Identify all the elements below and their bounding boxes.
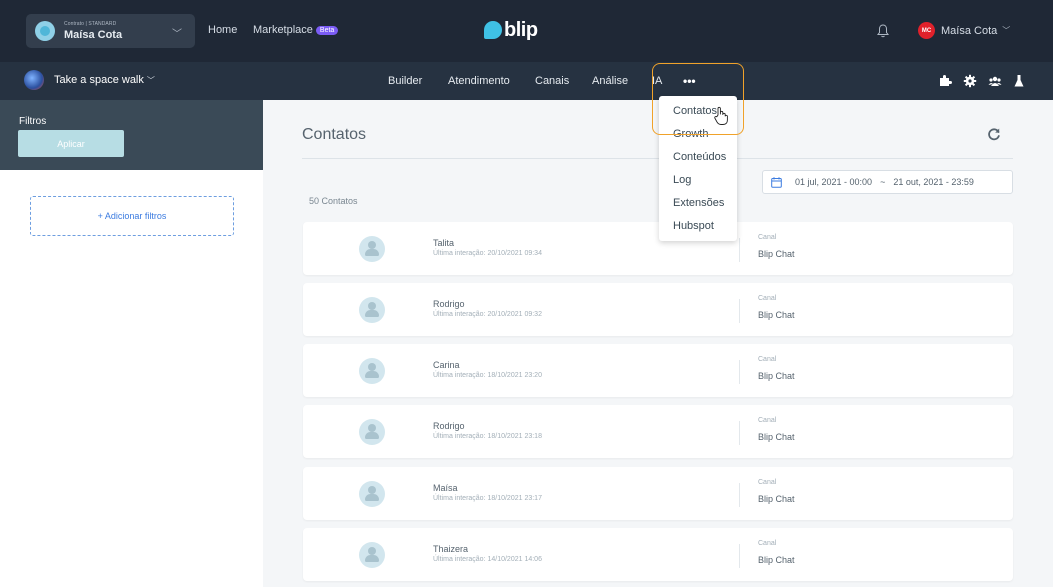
title-divider xyxy=(302,158,1013,159)
contact-row[interactable]: Talita Última interação: 20/10/2021 09:3… xyxy=(303,222,1013,275)
tab-atendimento[interactable]: Atendimento xyxy=(448,75,510,87)
contact-name: Talita xyxy=(433,238,455,248)
channel-label: Canal xyxy=(758,479,777,486)
contacts-count: 50 Contatos xyxy=(309,196,358,206)
tab-canais[interactable]: Canais xyxy=(535,75,569,87)
tab-builder[interactable]: Builder xyxy=(388,75,422,87)
contact-last-interaction: Última interação: 14/10/2021 14:06 xyxy=(433,556,542,563)
contract-icon xyxy=(35,21,55,41)
contract-name: Maísa Cota xyxy=(64,29,123,41)
blip-logo[interactable]: blip xyxy=(484,19,538,41)
channel-label: Canal xyxy=(758,356,777,363)
contact-avatar-icon xyxy=(359,419,385,445)
puzzle-icon[interactable] xyxy=(938,74,952,88)
contact-avatar-icon xyxy=(359,297,385,323)
channel-label: Canal xyxy=(758,417,777,424)
row-divider xyxy=(739,299,740,323)
add-filters-button[interactable]: + Adicionar filtros xyxy=(30,196,234,236)
contact-last-interaction: Última interação: 18/10/2021 23:18 xyxy=(433,433,542,440)
user-name: Maísa Cota xyxy=(941,24,998,37)
contact-avatar-icon xyxy=(359,358,385,384)
team-icon[interactable] xyxy=(988,74,1002,88)
contact-avatar-icon xyxy=(359,236,385,262)
channel-label: Canal xyxy=(758,234,777,241)
contact-row[interactable]: Rodrigo Última interação: 20/10/2021 09:… xyxy=(303,283,1013,336)
row-divider xyxy=(739,421,740,445)
date-range-picker[interactable]: 01 jul, 2021 - 00:00 ~ 21 out, 2021 - 23… xyxy=(762,170,1013,194)
row-divider xyxy=(739,544,740,568)
chevron-down-icon: ﹀ xyxy=(1002,26,1011,35)
nav-marketplace-label: Marketplace xyxy=(253,24,313,36)
highlight-outline xyxy=(652,63,744,135)
hand-cursor-icon xyxy=(714,106,728,125)
channel-label: Canal xyxy=(758,540,777,547)
row-divider xyxy=(739,483,740,507)
contact-last-interaction: Última interação: 20/10/2021 09:32 xyxy=(433,311,542,318)
channel-value: Blip Chat xyxy=(758,371,795,381)
apply-button[interactable]: Aplicar xyxy=(18,130,124,157)
channel-value: Blip Chat xyxy=(758,432,795,442)
contact-name: Rodrigo xyxy=(433,421,465,431)
bot-selector[interactable]: Take a space walk ﹀ xyxy=(24,70,155,90)
chevron-down-icon: ﹀ xyxy=(172,29,182,40)
row-divider xyxy=(739,238,740,262)
contact-name: Carina xyxy=(433,360,460,370)
filters-title: Filtros xyxy=(19,116,47,127)
contact-name: Maísa xyxy=(433,483,458,493)
contact-row[interactable]: Carina Última interação: 18/10/2021 23:2… xyxy=(303,344,1013,397)
menu-item-extensoes[interactable]: Extensões xyxy=(673,197,724,209)
bell-icon[interactable] xyxy=(877,24,889,38)
top-bar: Contrato | STANDARD Maísa Cota ﹀ Home Ma… xyxy=(0,0,1053,62)
nav-marketplace[interactable]: Marketplace Beta xyxy=(253,24,339,36)
contract-selector[interactable]: Contrato | STANDARD Maísa Cota ﹀ xyxy=(26,14,195,48)
menu-item-log[interactable]: Log xyxy=(673,174,691,186)
date-separator: ~ xyxy=(880,177,886,187)
user-menu[interactable]: MC Maísa Cota ﹀ xyxy=(918,22,1010,39)
channel-label: Canal xyxy=(758,295,777,302)
filters-sidebar: Filtros Aplicar + Adicionar filtros xyxy=(0,100,263,587)
calendar-icon xyxy=(771,176,782,188)
beta-badge: Beta xyxy=(315,26,339,35)
gear-icon[interactable] xyxy=(963,74,977,88)
bot-name: Take a space walk xyxy=(54,74,144,86)
contact-name: Thaizera xyxy=(433,544,469,554)
date-from: 01 jul, 2021 - 00:00 xyxy=(795,177,873,187)
contact-last-interaction: Última interação: 18/10/2021 23:17 xyxy=(433,495,542,502)
bot-bar: Take a space walk ﹀ Builder Atendimento … xyxy=(0,62,1053,100)
filters-header: Filtros Aplicar xyxy=(0,100,263,170)
blip-logo-icon xyxy=(484,21,502,39)
channel-value: Blip Chat xyxy=(758,555,795,565)
contact-last-interaction: Última interação: 20/10/2021 09:34 xyxy=(433,250,542,257)
avatar: MC xyxy=(918,22,935,39)
menu-item-hubspot[interactable]: Hubspot xyxy=(673,220,714,232)
contact-row[interactable]: Maísa Última interação: 18/10/2021 23:17… xyxy=(303,467,1013,520)
contact-last-interaction: Última interação: 18/10/2021 23:20 xyxy=(433,372,542,379)
channel-value: Blip Chat xyxy=(758,494,795,504)
blip-logo-text: blip xyxy=(504,18,538,41)
contract-type: Contrato | STANDARD xyxy=(64,21,117,27)
nav-home[interactable]: Home xyxy=(208,24,237,36)
channel-value: Blip Chat xyxy=(758,249,795,259)
contact-row[interactable]: Thaizera Última interação: 14/10/2021 14… xyxy=(303,528,1013,581)
contact-name: Rodrigo xyxy=(433,299,465,309)
flask-icon[interactable] xyxy=(1012,74,1026,88)
contact-avatar-icon xyxy=(359,542,385,568)
tab-analise[interactable]: Análise xyxy=(592,75,628,87)
page-title: Contatos xyxy=(302,126,367,143)
channel-value: Blip Chat xyxy=(758,310,795,320)
contact-avatar-icon xyxy=(359,481,385,507)
menu-item-conteudos[interactable]: Conteúdos xyxy=(673,151,726,163)
refresh-icon[interactable] xyxy=(986,126,1002,142)
chevron-down-icon: ﹀ xyxy=(146,75,155,85)
date-to: 21 out, 2021 - 23:59 xyxy=(893,177,974,187)
bot-avatar xyxy=(24,70,44,90)
contact-row[interactable]: Rodrigo Última interação: 18/10/2021 23:… xyxy=(303,405,1013,458)
row-divider xyxy=(739,360,740,384)
